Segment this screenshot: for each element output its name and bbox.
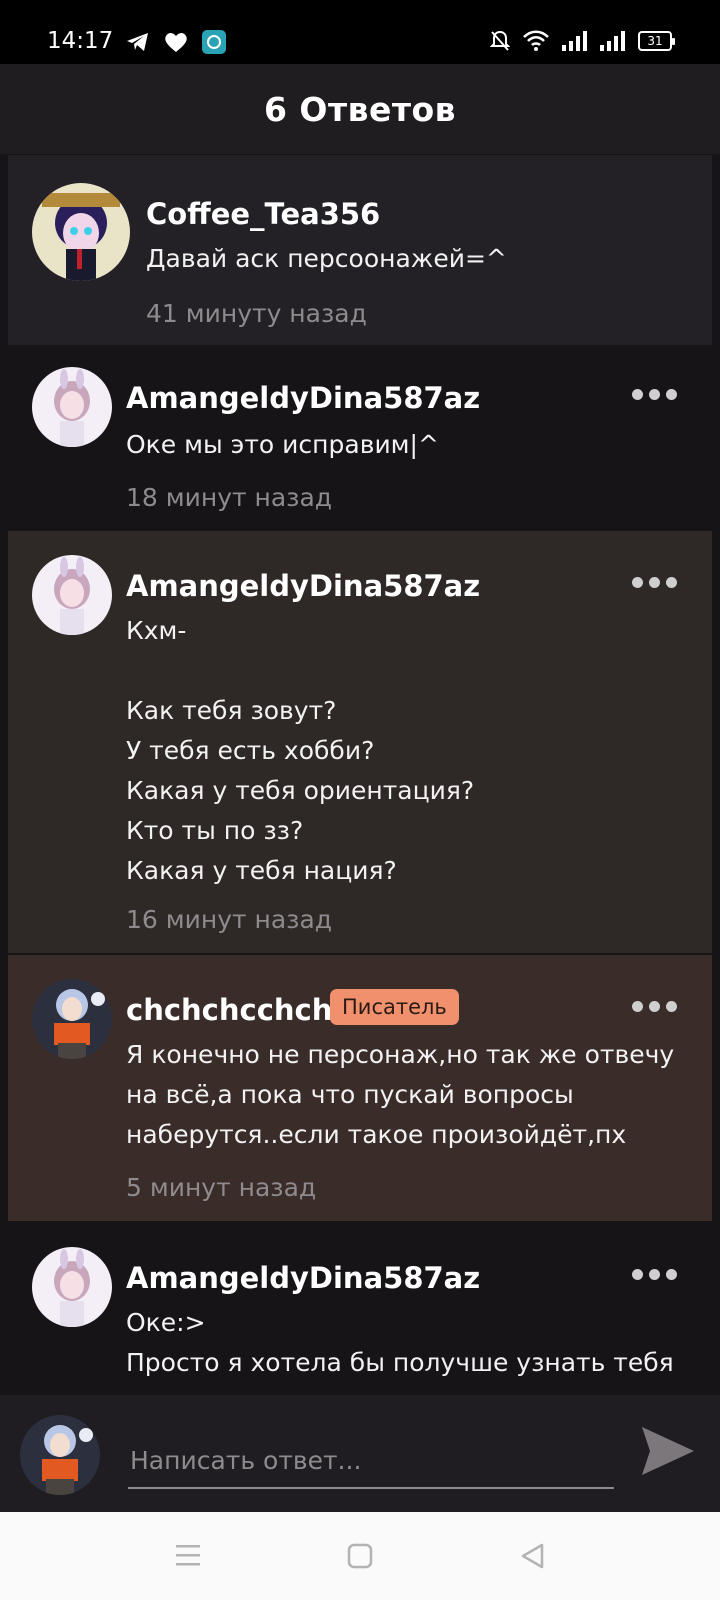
avatar[interactable]	[32, 183, 130, 281]
comment-text: Кхм- Как тебя зовут? У тебя есть хобби? …	[126, 616, 475, 885]
comment-author[interactable]: AmangeldyDina587az	[126, 381, 480, 415]
comment-time: 18 минут назад	[126, 483, 333, 512]
home-icon[interactable]	[346, 1542, 374, 1570]
header: 6 Ответов	[0, 64, 720, 154]
heart-icon	[165, 33, 187, 52]
signal-icon-2	[600, 31, 625, 51]
status-bar: 14:17 31	[0, 0, 720, 64]
telegram-icon	[127, 33, 148, 51]
send-icon[interactable]	[640, 1425, 696, 1477]
comment-text: Оке:> Просто я хотела бы получше узнать …	[126, 1308, 674, 1377]
battery-icon: 31	[638, 31, 675, 51]
reply-comment: chchchcchch Писатель Я конечно не персон…	[8, 955, 712, 1221]
back-icon[interactable]	[518, 1542, 546, 1570]
menu-icon[interactable]	[174, 1542, 202, 1568]
comment-text: Оке мы это исправим|^	[126, 430, 439, 459]
avatar[interactable]	[32, 555, 112, 635]
reply-comment: AmangeldyDina587az Оке мы это исправим|^…	[8, 345, 712, 531]
reply-bar	[0, 1395, 720, 1512]
wifi-icon	[523, 30, 549, 51]
avatar[interactable]	[32, 1247, 112, 1327]
page-title: 6 Ответов	[263, 89, 457, 129]
reply-input[interactable]	[128, 1433, 614, 1489]
original-comment: Coffee_Tea356 Давай аск персоонажей=^ 41…	[8, 155, 712, 345]
current-user-avatar	[20, 1415, 100, 1495]
comment-time: 16 минут назад	[126, 905, 333, 934]
app-icon	[202, 30, 226, 54]
more-options-icon[interactable]	[632, 577, 677, 588]
comment-feed[interactable]: Coffee_Tea356 Давай аск персоонажей=^ 41…	[0, 155, 720, 1395]
mute-icon	[490, 30, 510, 51]
more-options-icon[interactable]	[632, 389, 677, 400]
comment-author[interactable]: AmangeldyDina587az	[126, 569, 480, 603]
status-time: 14:17	[47, 28, 114, 54]
battery-level: 31	[647, 34, 663, 48]
reply-comment: AmangeldyDina587az Кхм- Как тебя зовут? …	[8, 531, 712, 953]
comment-time: 41 минуту назад	[146, 299, 367, 328]
comment-time: 5 минут назад	[126, 1173, 317, 1202]
avatar[interactable]	[32, 367, 112, 447]
reply-comment: AmangeldyDina587az Оке:> Просто я хотела…	[8, 1221, 712, 1395]
comment-text: Я конечно не персонаж,но так же отвечу н…	[126, 1040, 675, 1149]
system-nav-bar	[0, 1512, 720, 1600]
writer-badge: Писатель	[330, 989, 459, 1025]
comment-author[interactable]: Coffee_Tea356	[146, 197, 380, 231]
comment-author[interactable]: AmangeldyDina587az	[126, 1261, 480, 1295]
comment-text: Давай аск персоонажей=^	[146, 244, 507, 273]
more-options-icon[interactable]	[632, 1269, 677, 1280]
signal-icon	[562, 31, 587, 51]
avatar[interactable]	[32, 979, 112, 1059]
more-options-icon[interactable]	[632, 1001, 677, 1012]
comment-author[interactable]: chchchcchch	[126, 993, 332, 1027]
